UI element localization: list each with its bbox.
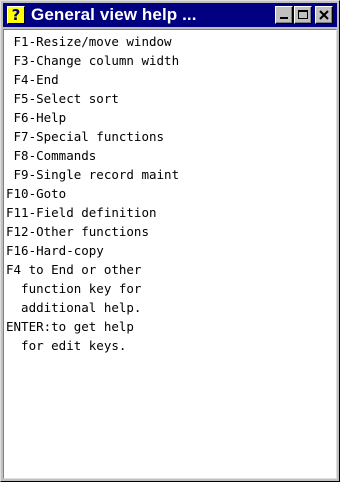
help-line: additional help. <box>6 300 142 315</box>
maximize-icon <box>298 10 308 19</box>
title-bar[interactable]: ? General view help ... <box>3 3 337 27</box>
help-line: ENTER:to get help <box>6 319 134 334</box>
help-line: F5-Select sort <box>6 91 119 106</box>
help-content-area[interactable]: F1-Resize/move window F3-Change column w… <box>3 29 337 479</box>
window-title: General view help ... <box>31 5 197 24</box>
help-line: F11-Field definition <box>6 205 157 220</box>
help-line: F4-End <box>6 72 59 87</box>
help-line: F12-Other functions <box>6 224 149 239</box>
maximize-button[interactable] <box>294 6 312 24</box>
minimize-button[interactable] <box>275 6 293 24</box>
help-line: F4 to End or other <box>6 262 142 277</box>
help-line: F7-Special functions <box>6 129 165 144</box>
help-window: ? General view help ... F1-Resize/move w… <box>0 0 340 482</box>
help-line: F6-Help <box>6 110 67 125</box>
close-icon <box>319 10 329 20</box>
help-line: F1-Resize/move window <box>6 34 172 49</box>
help-line: function key for <box>6 281 142 296</box>
help-line: F3-Change column width <box>6 53 180 68</box>
minimize-icon <box>280 17 288 19</box>
help-line: F10-Goto <box>6 186 67 201</box>
help-line: for edit keys. <box>6 338 127 353</box>
help-text-list: F1-Resize/move window F3-Change column w… <box>6 32 179 355</box>
help-line: F8-Commands <box>6 148 97 163</box>
help-line: F9-Single record maint <box>6 167 180 182</box>
help-line: F16-Hard-copy <box>6 243 104 258</box>
close-button[interactable] <box>315 6 333 24</box>
help-question-icon[interactable]: ? <box>7 6 25 24</box>
